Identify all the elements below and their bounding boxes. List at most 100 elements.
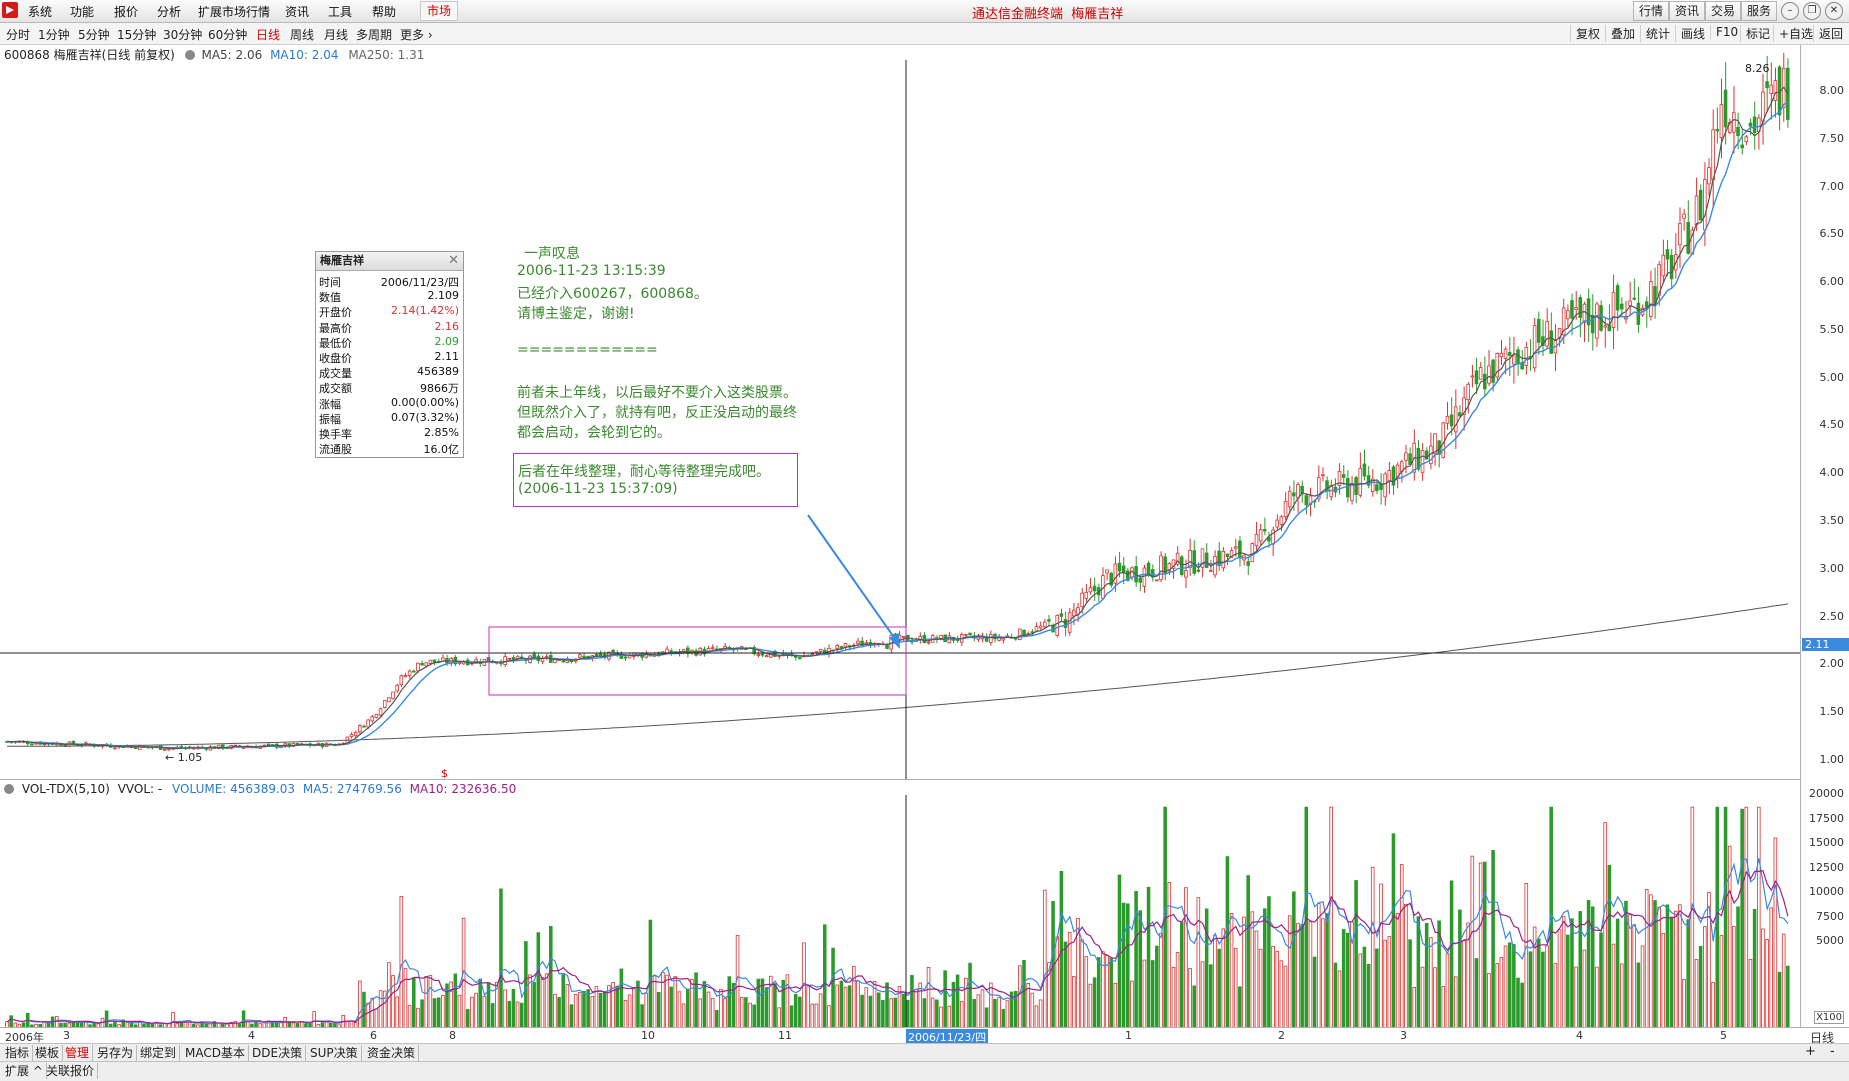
top-button-trade[interactable]: 交易 bbox=[1705, 1, 1742, 21]
candle-body bbox=[1013, 637, 1018, 640]
candle-body bbox=[1719, 104, 1724, 138]
restore-icon[interactable]: ❐ bbox=[1803, 2, 1821, 20]
volume-bar bbox=[241, 1010, 246, 1029]
tab-dde-decision[interactable]: DDE决策 bbox=[249, 1045, 307, 1061]
volume-bar bbox=[1669, 916, 1674, 1029]
menu-news[interactable]: 资讯 bbox=[285, 3, 309, 20]
volume-bar bbox=[764, 987, 769, 1029]
candle-body bbox=[1375, 484, 1379, 492]
tool-back[interactable]: 返回 bbox=[1813, 25, 1843, 42]
menu-system[interactable]: 系统 bbox=[28, 3, 52, 20]
menu-quote[interactable]: 报价 bbox=[114, 3, 138, 20]
candle-body bbox=[1765, 81, 1769, 89]
volume-bar bbox=[1574, 966, 1578, 1029]
tool-adjust[interactable]: 复权 bbox=[1570, 25, 1600, 42]
candle-body bbox=[1379, 483, 1383, 490]
menu-tools[interactable]: 工具 bbox=[328, 3, 352, 20]
tooltip-row: 收盘价 2.11 bbox=[316, 350, 463, 365]
candle-body bbox=[1404, 452, 1408, 461]
period-multi[interactable]: 多周期 bbox=[356, 26, 392, 43]
candle-body bbox=[1146, 562, 1151, 575]
volume-chart[interactable] bbox=[0, 780, 1800, 1030]
menu-function[interactable]: 功能 bbox=[70, 3, 94, 20]
tool-overlay[interactable]: 叠加 bbox=[1605, 25, 1635, 42]
price-tick: 4.50 bbox=[1819, 418, 1845, 431]
tooltip-key: 收盘价 bbox=[319, 352, 352, 365]
volume-bar bbox=[424, 976, 429, 1029]
candle-body bbox=[1607, 324, 1612, 332]
volume-bar bbox=[1557, 929, 1562, 1029]
period-more[interactable]: 更多 › bbox=[400, 26, 433, 43]
tab-indicator[interactable]: 指标 bbox=[2, 1045, 34, 1061]
volume-bar bbox=[1362, 946, 1367, 1029]
tool-mark[interactable]: 标记 bbox=[1740, 25, 1770, 42]
volume-bar bbox=[544, 973, 549, 1029]
period-15min[interactable]: 15分钟 bbox=[117, 26, 156, 43]
candle-body bbox=[1192, 550, 1196, 574]
volume-bar bbox=[1441, 986, 1446, 1029]
top-button-quotes[interactable]: 行情 bbox=[1633, 1, 1670, 21]
vol-tick: 7500 bbox=[1816, 910, 1844, 923]
price-tick: 5.00 bbox=[1819, 371, 1845, 384]
menu-help[interactable]: 帮助 bbox=[372, 3, 396, 20]
tab-bind-to[interactable]: 绑定到 bbox=[137, 1045, 181, 1061]
volume-bar bbox=[939, 1006, 943, 1029]
candle-body bbox=[540, 658, 545, 662]
volume-bar bbox=[1250, 911, 1255, 1029]
tab-related-quotes[interactable]: 关联报价 bbox=[43, 1063, 99, 1079]
price-tick: 1.00 bbox=[1819, 753, 1845, 766]
tab-manage[interactable]: 管理 bbox=[62, 1045, 94, 1061]
tooltip-row: 流通股 16.0亿 bbox=[316, 441, 463, 456]
candle-body bbox=[1105, 569, 1109, 574]
minimize-icon[interactable]: – bbox=[1781, 2, 1799, 20]
candle-body bbox=[901, 635, 906, 638]
tool-add-watchlist[interactable]: +自选 bbox=[1773, 25, 1813, 42]
candle-body bbox=[1491, 359, 1495, 383]
candle-body bbox=[1715, 128, 1720, 132]
volume-bar bbox=[1084, 956, 1089, 1029]
close-icon[interactable]: ✕ bbox=[448, 253, 459, 268]
candle-body bbox=[835, 645, 839, 650]
volume-bar bbox=[1018, 965, 1022, 1029]
candle-body bbox=[1732, 112, 1736, 133]
candle-body bbox=[594, 653, 599, 656]
top-button-news[interactable]: 资讯 bbox=[1669, 1, 1706, 21]
candle-body bbox=[515, 655, 520, 659]
period-60min[interactable]: 60分钟 bbox=[208, 26, 247, 43]
tab-template[interactable]: 模板 bbox=[32, 1045, 64, 1061]
zoom-out-icon[interactable]: - bbox=[1830, 1044, 1835, 1059]
candle-body bbox=[1055, 614, 1059, 636]
period-intraday[interactable]: 分时 bbox=[6, 26, 30, 43]
volume-bar bbox=[1005, 1000, 1010, 1029]
period-monthly[interactable]: 月线 bbox=[324, 26, 348, 43]
note-line: 都会启动，会轮到它的。 bbox=[517, 425, 671, 441]
volume-bar bbox=[1254, 930, 1259, 1029]
top-button-service[interactable]: 服务 bbox=[1741, 1, 1778, 21]
tab-save-as[interactable]: 另存为 bbox=[94, 1045, 138, 1061]
period-5min[interactable]: 5分钟 bbox=[78, 26, 110, 43]
tab-sup-decision[interactable]: SUP决策 bbox=[307, 1045, 362, 1061]
tab-macd-basic[interactable]: MACD基本 bbox=[182, 1045, 249, 1061]
period-daily[interactable]: 日线 bbox=[256, 26, 280, 43]
menu-analysis[interactable]: 分析 bbox=[157, 3, 181, 20]
tool-stats[interactable]: 统计 bbox=[1640, 25, 1670, 42]
volume-bar bbox=[1690, 806, 1695, 1029]
tab-extension[interactable]: 扩展 ^ bbox=[2, 1063, 47, 1079]
tab-fund-decision[interactable]: 资金决策 bbox=[364, 1045, 420, 1061]
candle-body bbox=[1445, 415, 1450, 424]
menu-market-tab[interactable]: 市场 bbox=[420, 1, 459, 21]
vol-tick: 10000 bbox=[1809, 885, 1844, 898]
zoom-in-icon[interactable]: + bbox=[1805, 1044, 1816, 1059]
volume-bar bbox=[1121, 902, 1126, 1029]
volume-bar bbox=[553, 993, 557, 1029]
period-30min[interactable]: 30分钟 bbox=[163, 26, 202, 43]
price-chart[interactable]: 8.26 ← 1.05 $ bbox=[0, 45, 1800, 780]
tool-draw[interactable]: 画线 bbox=[1675, 25, 1705, 42]
tool-f10[interactable]: F10 bbox=[1710, 25, 1738, 39]
menu-ext-market[interactable]: 扩展市场行情 bbox=[198, 3, 270, 20]
candle-body bbox=[1723, 89, 1728, 128]
period-1min[interactable]: 1分钟 bbox=[38, 26, 70, 43]
volume-bar bbox=[590, 996, 595, 1029]
close-icon[interactable]: ✕ bbox=[1825, 2, 1843, 20]
period-weekly[interactable]: 周线 bbox=[290, 26, 314, 43]
